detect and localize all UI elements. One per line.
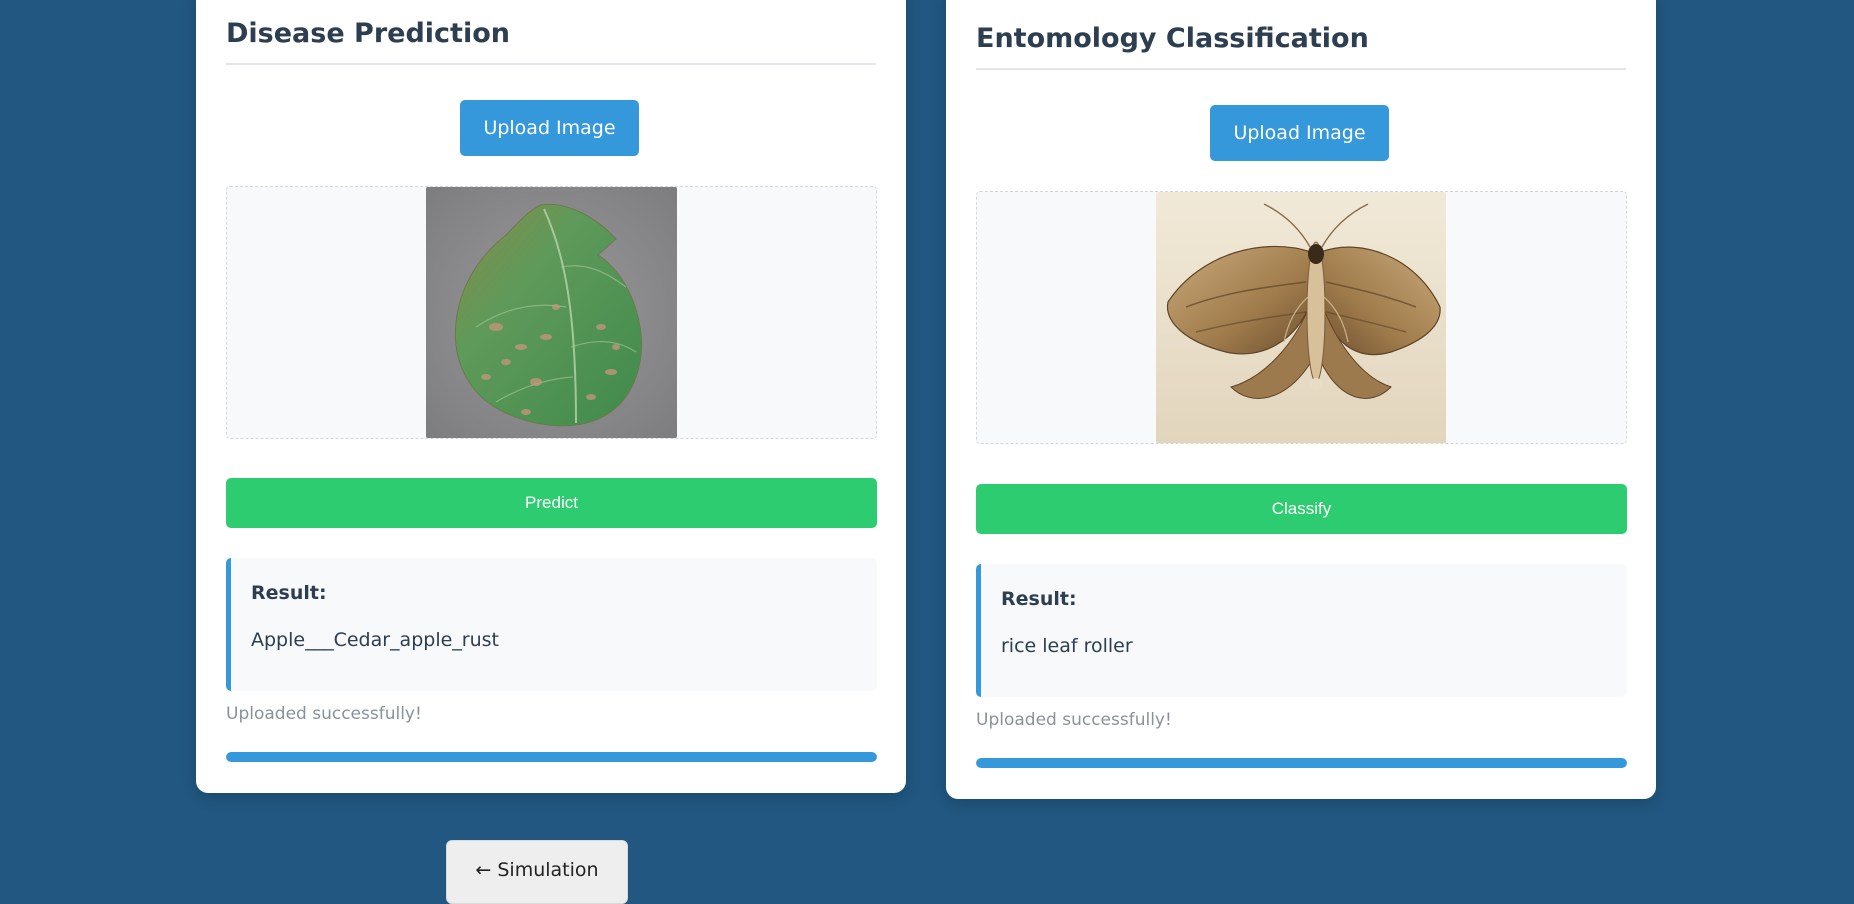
disease-card-title: Disease Prediction bbox=[226, 18, 876, 65]
moth-image bbox=[1156, 192, 1446, 443]
entomology-classification-card: Entomology Classification Upload Image C… bbox=[946, 0, 1656, 799]
disease-progress-bar bbox=[226, 752, 877, 762]
entomology-image-preview bbox=[976, 191, 1627, 444]
entomology-result-label: Result: bbox=[1001, 588, 1077, 610]
classify-button[interactable]: Classify bbox=[976, 484, 1627, 534]
disease-result-value: Apple___Cedar_apple_rust bbox=[251, 629, 499, 651]
back-to-simulation-button[interactable]: ← Simulation bbox=[446, 840, 628, 904]
disease-progress-fill bbox=[226, 752, 877, 762]
disease-result-label: Result: bbox=[251, 582, 327, 604]
disease-image-preview bbox=[226, 186, 877, 439]
entomology-result-value: rice leaf roller bbox=[1001, 635, 1133, 657]
entomology-card-title: Entomology Classification bbox=[976, 23, 1626, 70]
disease-upload-status: Uploaded successfully! bbox=[226, 704, 422, 724]
entomology-progress-fill bbox=[976, 758, 1627, 768]
leaf-image bbox=[426, 187, 677, 438]
disease-prediction-card: Disease Prediction Upload Image Predict … bbox=[196, 0, 906, 793]
disease-upload-button[interactable]: Upload Image bbox=[460, 100, 639, 156]
entomology-upload-status: Uploaded successfully! bbox=[976, 710, 1172, 730]
predict-button[interactable]: Predict bbox=[226, 478, 877, 528]
disease-result-box: Result: Apple___Cedar_apple_rust bbox=[226, 558, 877, 691]
entomology-upload-button[interactable]: Upload Image bbox=[1210, 105, 1389, 161]
entomology-result-box: Result: rice leaf roller bbox=[976, 564, 1627, 697]
entomology-progress-bar bbox=[976, 758, 1627, 768]
